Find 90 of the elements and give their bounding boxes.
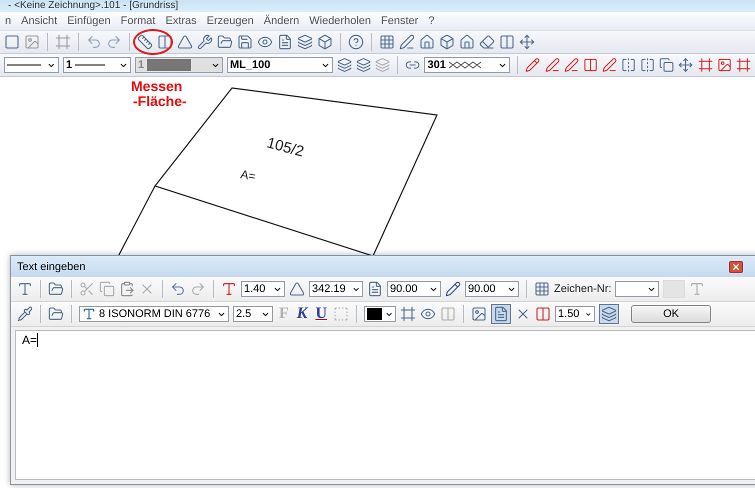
- text-height-icon[interactable]: [221, 281, 237, 297]
- move-icon[interactable]: [519, 34, 535, 50]
- columns-icon[interactable]: [499, 34, 515, 50]
- eye-icon[interactable]: [257, 34, 273, 50]
- annotation-label: -Fläche-: [133, 93, 187, 109]
- image-icon[interactable]: [24, 34, 40, 50]
- annotation-label: Messen: [131, 78, 182, 94]
- underline-button[interactable]: U: [313, 305, 330, 323]
- layers-icon[interactable]: [356, 57, 372, 73]
- folder-icon[interactable]: [48, 306, 64, 322]
- mirror-icon[interactable]: [640, 57, 656, 73]
- roof-icon[interactable]: [459, 34, 475, 50]
- folder-icon[interactable]: [217, 34, 233, 50]
- folder-icon[interactable]: [48, 281, 64, 297]
- line-style-icon: [75, 63, 106, 67]
- save-icon[interactable]: [237, 34, 253, 50]
- ok-button[interactable]: OK: [631, 305, 712, 323]
- document-icon[interactable]: [277, 34, 293, 50]
- spacing-dropdown[interactable]: 90.00: [387, 281, 441, 297]
- menu-item[interactable]: n: [0, 13, 16, 29]
- angle-dropdown[interactable]: 342.19: [309, 281, 363, 297]
- wrench-icon[interactable]: [197, 34, 213, 50]
- help-icon[interactable]: [348, 34, 364, 50]
- frame-icon[interactable]: [55, 34, 71, 50]
- text-input[interactable]: A=: [15, 330, 755, 480]
- menu-item[interactable]: Erzeugen: [202, 13, 259, 29]
- font-size-dropdown[interactable]: 2.5: [233, 306, 273, 322]
- preview-box: [663, 280, 686, 298]
- layers-icon[interactable]: [297, 34, 313, 50]
- menu-item[interactable]: Format: [116, 13, 160, 29]
- columns-icon[interactable]: [157, 34, 173, 50]
- mirror-icon[interactable]: [621, 57, 636, 73]
- frame-icon[interactable]: [698, 57, 713, 73]
- hatch-pattern-icon: [448, 60, 483, 70]
- color-dropdown[interactable]: [364, 306, 396, 322]
- close-button[interactable]: [729, 260, 743, 272]
- slant-dropdown[interactable]: 90.00: [465, 281, 519, 297]
- house-icon[interactable]: [419, 34, 435, 50]
- cube-icon[interactable]: [317, 34, 333, 50]
- pen-icon[interactable]: [544, 57, 560, 73]
- line-spacing-dropdown[interactable]: 1.50: [555, 306, 596, 322]
- menu-item[interactable]: Ansicht: [16, 13, 62, 29]
- pen-icon[interactable]: [602, 57, 618, 73]
- menu-item[interactable]: Wiederholen: [304, 13, 376, 29]
- cube-icon[interactable]: [439, 34, 455, 50]
- menu-item[interactable]: ?: [423, 13, 440, 29]
- layers-icon[interactable]: [337, 57, 352, 73]
- triangle-icon[interactable]: [177, 34, 193, 50]
- hatch-dropdown[interactable]: 301: [424, 57, 510, 73]
- columns-icon[interactable]: [582, 57, 598, 73]
- char-number-dropdown[interactable]: [615, 281, 660, 297]
- paste-icon[interactable]: [119, 281, 135, 297]
- frame-icon[interactable]: [400, 306, 416, 322]
- line-style-dropdown[interactable]: [4, 57, 59, 73]
- close-icon: [731, 262, 741, 272]
- line-style-icon: [7, 63, 42, 67]
- color-swatch: [367, 308, 382, 320]
- parcel-number: 105/2: [264, 134, 306, 161]
- window-title: - <Keine Zeichnung>.101 - [Grundriss]: [8, 0, 178, 12]
- menu-item[interactable]: Extras: [160, 13, 202, 29]
- font-icon: [82, 307, 96, 321]
- area-label: A=: [239, 167, 257, 184]
- image-icon[interactable]: [716, 57, 732, 73]
- menu-item[interactable]: Ändern: [258, 13, 304, 29]
- frame-icon[interactable]: [736, 57, 751, 73]
- line-width-dropdown[interactable]: 1: [63, 57, 131, 73]
- image-icon[interactable]: [471, 306, 488, 322]
- font-dropdown[interactable]: 8 ISONORM DIN 6776: [79, 306, 229, 322]
- menu-item[interactable]: Fenster: [376, 13, 424, 29]
- pencil-icon[interactable]: [525, 57, 541, 73]
- italic-button[interactable]: K: [294, 305, 310, 323]
- menu-item[interactable]: Einfügen: [62, 13, 116, 29]
- text-icon[interactable]: [17, 281, 33, 297]
- highlight-circle: [133, 29, 173, 55]
- grid-icon[interactable]: [379, 34, 395, 50]
- dialog-title: Text eingeben: [17, 260, 86, 272]
- char-number-label: Zeichen-Nr:: [554, 283, 612, 295]
- pipette-icon[interactable]: [17, 306, 33, 322]
- text-height-dropdown[interactable]: 1.40: [241, 281, 285, 297]
- pen-icon[interactable]: [399, 34, 415, 50]
- layer-dropdown[interactable]: ML_100: [227, 57, 333, 73]
- ruler-icon[interactable]: [137, 34, 153, 50]
- angle-icon[interactable]: [289, 281, 305, 297]
- undo-icon[interactable]: [170, 281, 186, 297]
- square-icon[interactable]: [4, 34, 20, 50]
- special-character-icon[interactable]: [534, 281, 550, 297]
- copy-icon[interactable]: [659, 57, 674, 73]
- move-icon[interactable]: [678, 57, 694, 73]
- eraser-icon[interactable]: [479, 34, 495, 50]
- pen-icon[interactable]: [564, 57, 579, 73]
